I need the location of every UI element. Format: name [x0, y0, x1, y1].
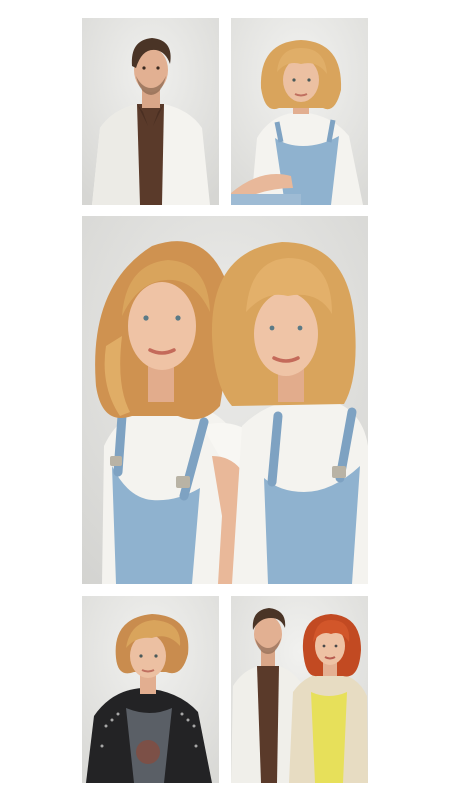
photo-two-women-blonde-image: [82, 216, 368, 584]
photo-man-white-jacket[interactable]: [82, 18, 219, 205]
photo-couple-redhead[interactable]: [231, 596, 368, 783]
photo-couple-redhead-image: [231, 596, 368, 783]
photo-woman-blonde-bob-image: [231, 18, 368, 205]
photo-gallery: [0, 0, 450, 800]
photo-man-white-jacket-image: [82, 18, 219, 205]
photo-woman-leather-jacket-image: [82, 596, 219, 783]
photo-two-women-blonde[interactable]: [82, 216, 368, 584]
photo-woman-blonde-bob[interactable]: [231, 18, 368, 205]
photo-woman-leather-jacket[interactable]: [82, 596, 219, 783]
